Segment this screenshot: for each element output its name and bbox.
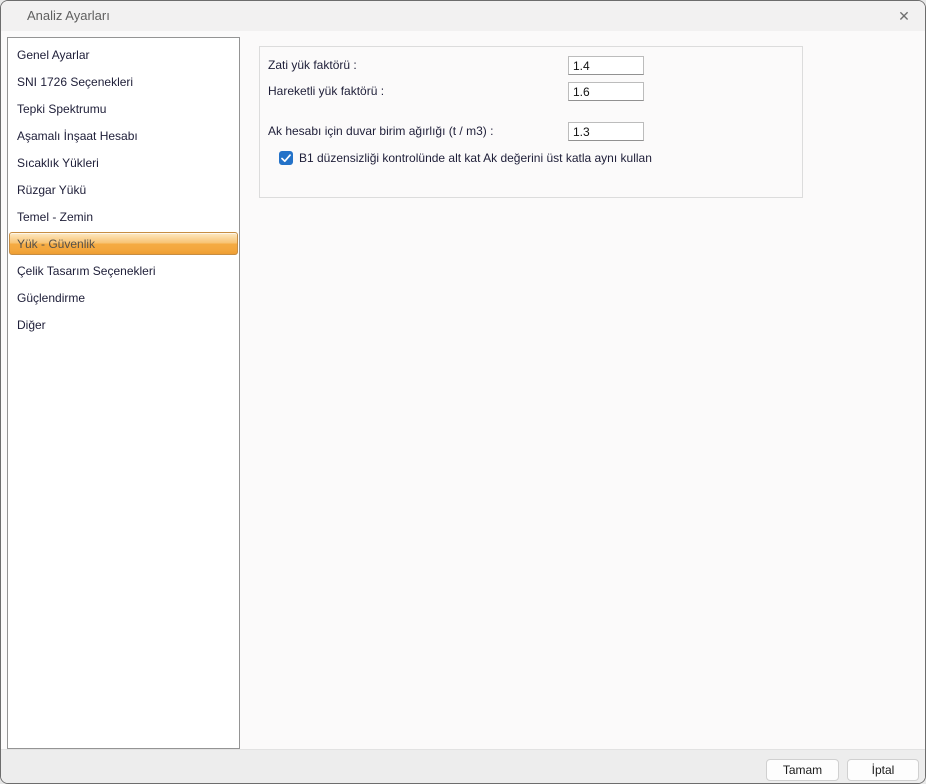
sidebar-item-yuk-guvenlik[interactable]: Yük - Güvenlik: [8, 230, 239, 257]
settings-nav-list: Genel Ayarlar SNI 1726 Seçenekleri Tepki…: [7, 37, 240, 749]
ak-duvar-birim-agirligi-label: Ak hesabı için duvar birim ağırlığı (t /…: [268, 122, 493, 141]
sidebar-item-label: Çelik Tasarım Seçenekleri: [17, 264, 156, 278]
sidebar-item-label: Güçlendirme: [17, 291, 85, 305]
sidebar-item-genel-ayarlar[interactable]: Genel Ayarlar: [8, 41, 239, 68]
sidebar-item-label: Rüzgar Yükü: [17, 183, 86, 197]
analiz-ayarlari-dialog: Analiz Ayarları ✕ Genel Ayarlar SNI 1726…: [0, 0, 926, 784]
close-button[interactable]: ✕: [887, 1, 921, 31]
sidebar-item-tepki-spektrumu[interactable]: Tepki Spektrumu: [8, 95, 239, 122]
sidebar-item-label: Temel - Zemin: [17, 210, 93, 224]
sidebar-item-label: Yük - Güvenlik: [17, 237, 95, 251]
sidebar-item-label: Diğer: [17, 318, 46, 332]
sidebar-item-label: Genel Ayarlar: [17, 48, 90, 62]
b1-duzensizligi-checkbox[interactable]: [279, 151, 293, 165]
sidebar-item-label: SNI 1726 Seçenekleri: [17, 75, 133, 89]
checkmark-icon: [281, 154, 291, 163]
sidebar-item-label: Tepki Spektrumu: [17, 102, 106, 116]
sidebar-item-label: Aşamalı İnşaat Hesabı: [17, 129, 138, 143]
hareketli-yuk-faktoru-input[interactable]: [568, 82, 644, 101]
ak-duvar-birim-agirligi-input[interactable]: [568, 122, 644, 141]
sidebar-item-sicaklik-yukleri[interactable]: Sıcaklık Yükleri: [8, 149, 239, 176]
zati-yuk-faktoru-label: Zati yük faktörü :: [268, 56, 357, 75]
tamam-button[interactable]: Tamam: [766, 759, 839, 781]
b1-duzensizligi-checkbox-label: B1 düzensizliği kontrolünde alt kat Ak d…: [299, 150, 652, 166]
zati-yuk-faktoru-input[interactable]: [568, 56, 644, 75]
sidebar-item-celik-tasarim-secenekleri[interactable]: Çelik Tasarım Seçenekleri: [8, 257, 239, 284]
sidebar-item-diger[interactable]: Diğer: [8, 311, 239, 338]
close-icon: ✕: [898, 8, 910, 25]
sidebar-item-asamali-insaat-hesabi[interactable]: Aşamalı İnşaat Hesabı: [8, 122, 239, 149]
hareketli-yuk-faktoru-label: Hareketli yük faktörü :: [268, 82, 384, 101]
iptal-button[interactable]: İptal: [847, 759, 919, 781]
sidebar-item-ruzgar-yuku[interactable]: Rüzgar Yükü: [8, 176, 239, 203]
dialog-footer: Tamam İptal: [1, 749, 925, 784]
yuk-guvenlik-group-box: Zati yük faktörü : Hareketli yük faktörü…: [259, 46, 803, 198]
sidebar-item-label: Sıcaklık Yükleri: [17, 156, 99, 170]
window-title: Analiz Ayarları: [27, 1, 110, 31]
sidebar-item-sni-1726-secenekleri[interactable]: SNI 1726 Seçenekleri: [8, 68, 239, 95]
sidebar-item-temel-zemin[interactable]: Temel - Zemin: [8, 203, 239, 230]
titlebar: Analiz Ayarları ✕: [1, 1, 925, 31]
sidebar-item-guclendirme[interactable]: Güçlendirme: [8, 284, 239, 311]
